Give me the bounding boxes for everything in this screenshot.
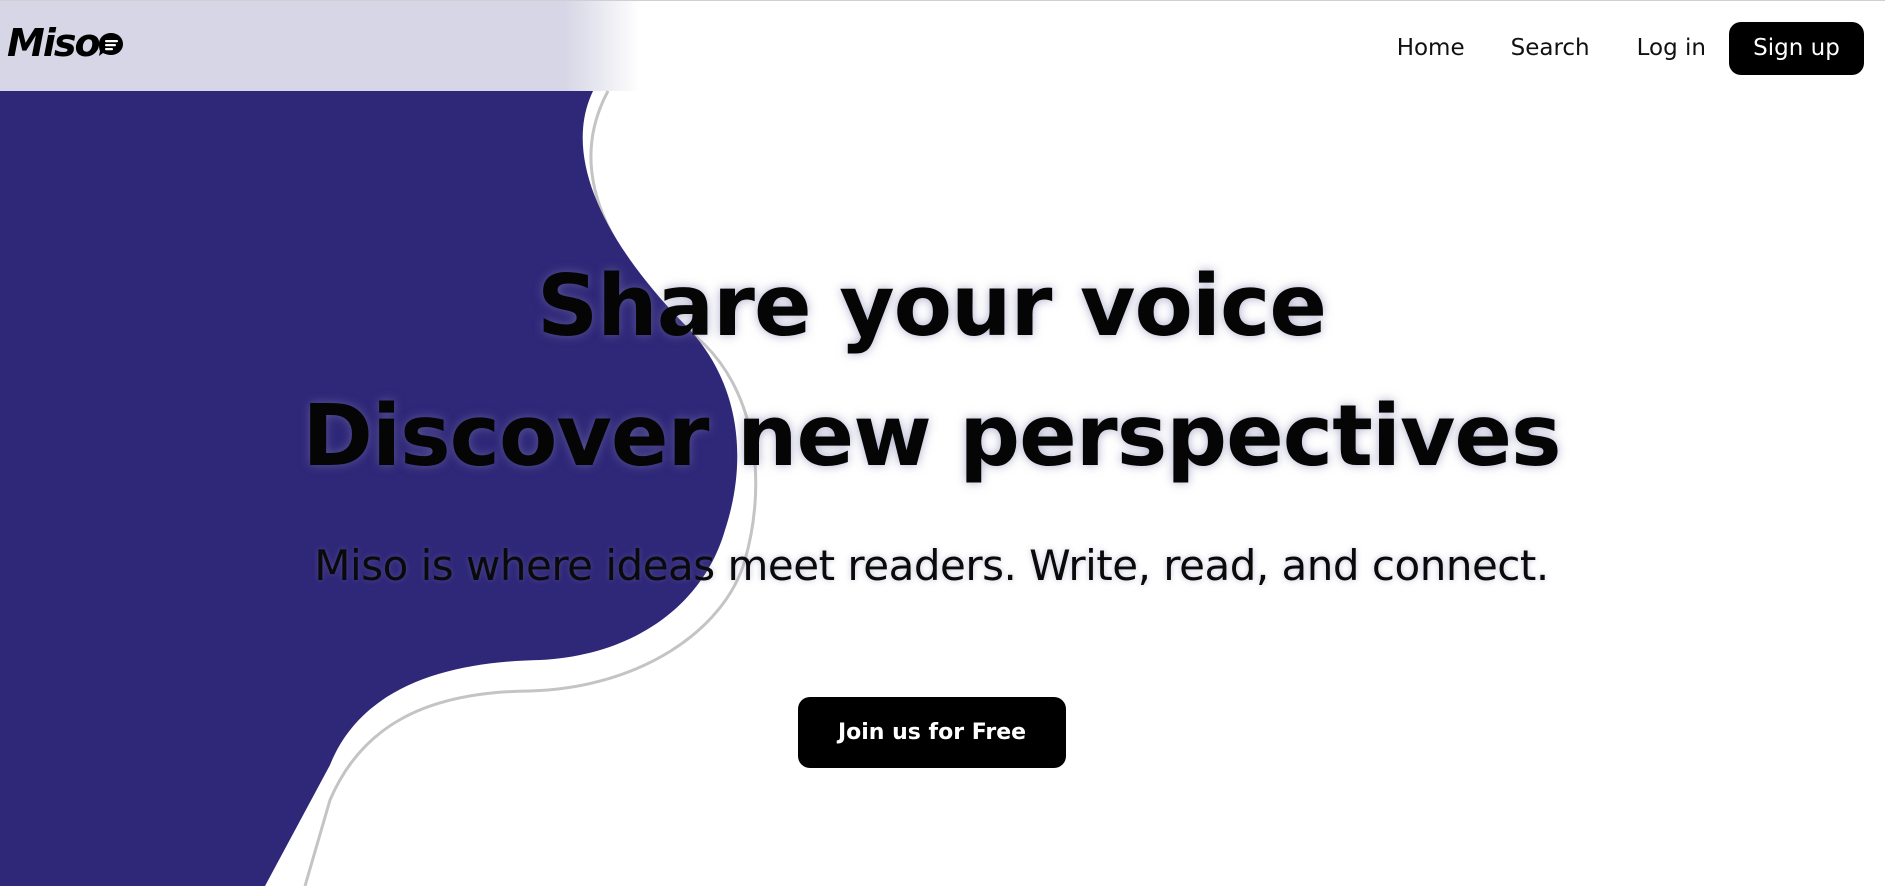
landing-page: Miso Home Search Log in Sign up Share yo… <box>0 0 1885 886</box>
navbar: Miso Home Search Log in Sign up <box>0 0 1885 91</box>
nav-home-link[interactable]: Home <box>1397 35 1465 61</box>
hero-headline-line-2: Discover new perspectives <box>302 387 1561 486</box>
nav-search-link[interactable]: Search <box>1511 35 1590 61</box>
chat-bubble-icon <box>98 33 123 56</box>
top-border <box>0 0 1885 1</box>
nav-links: Home Search Log in Sign up <box>1397 0 1885 96</box>
signup-button[interactable]: Sign up <box>1729 21 1864 75</box>
logo[interactable]: Miso <box>7 18 126 68</box>
hero-section: Share your voice Discover new perspectiv… <box>0 0 1863 886</box>
nav-login-link[interactable]: Log in <box>1637 35 1706 61</box>
hero-headline-line-1: Share your voice <box>536 257 1327 356</box>
logo-text: Miso <box>7 21 101 65</box>
hero-tagline: Miso is where ideas meet readers. Write,… <box>314 541 1549 590</box>
join-free-button[interactable]: Join us for Free <box>798 697 1066 768</box>
